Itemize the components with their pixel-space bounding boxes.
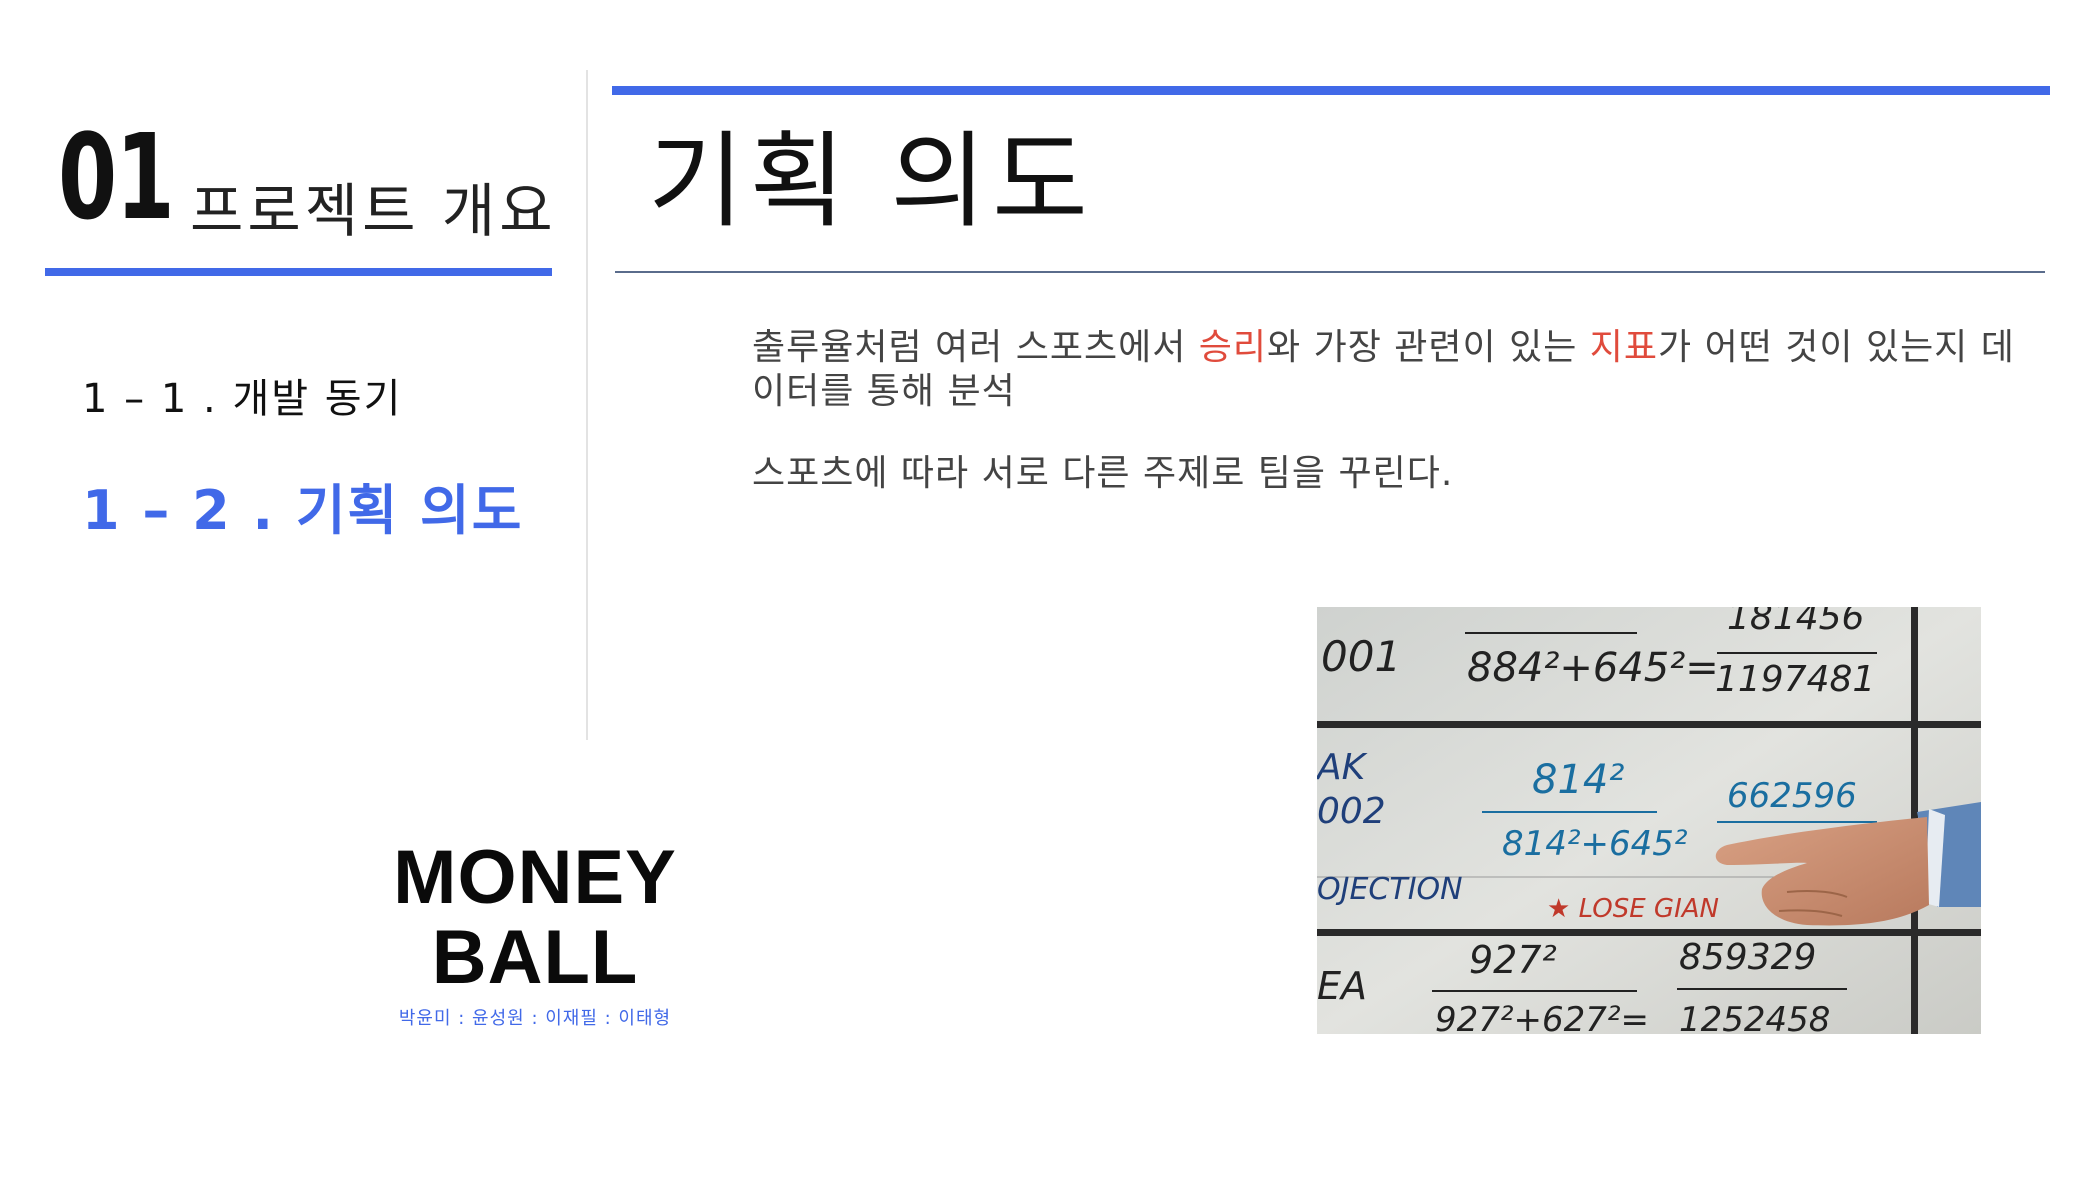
row1-fraction-bottom: 1197481 — [1715, 659, 1875, 700]
nav-item-development-motive[interactable]: 1 – 1 . 개발 동기 — [82, 366, 402, 424]
moneyball-logo: MONEY BALL 박윤미 : 윤성원 : 이재필 : 이태형 — [330, 838, 740, 1030]
row1-label: 001 — [1321, 632, 1401, 681]
row2-label-a: AK — [1317, 747, 1368, 788]
top-accent-bar — [612, 86, 2050, 95]
row2-numerator: 814² — [1532, 757, 1624, 803]
body-text-segment: 와 가장 관련이 있는 — [1267, 327, 1590, 368]
board-line — [1317, 929, 1981, 936]
lose-note: ★ LOSE GIAN — [1547, 894, 1719, 924]
row1-numerator: 884²+645²= — [1467, 645, 1719, 691]
section-title: 프로젝트 개요 — [190, 177, 557, 245]
highlight-victory: 승리 — [1198, 327, 1268, 368]
logo-line-money: MONEY — [393, 835, 677, 920]
row3-result-bottom: 1252458 — [1679, 1000, 1830, 1034]
section-number: 01 — [58, 108, 175, 246]
body-paragraph-team: 스포츠에 따라 서로 다른 주제로 팀을 꾸린다. — [752, 453, 1454, 494]
title-divider — [615, 271, 2045, 273]
section-underline — [45, 268, 552, 276]
row1-fraction-top: 181456 — [1727, 607, 1864, 638]
row3-result-top: 859329 — [1679, 937, 1816, 978]
row2-label-b: 002 — [1317, 791, 1386, 832]
body-paragraph-analysis: 출루율처럼 여러 스포츠에서 승리와 가장 관련이 있는 지표가 어떤 것이 있… — [752, 326, 2032, 414]
highlight-metric: 지표 — [1589, 327, 1659, 368]
row2-denominator: 814²+645² — [1502, 824, 1688, 864]
row3-denominator: 927²+627²= — [1435, 1000, 1649, 1034]
whiteboard-photo: 001 884²+645²= 181456 1197481 AK 002 OJE… — [1317, 607, 1981, 1034]
authors-line: 박윤미 : 윤성원 : 이재필 : 이태형 — [398, 1008, 672, 1029]
nav-item-planning-intent[interactable]: 1 – 2 . 기획 의도 — [82, 466, 523, 545]
page-title: 기획 의도 — [648, 120, 1094, 242]
board-line — [1317, 721, 1981, 728]
row3-label: EA — [1317, 964, 1367, 1008]
row3-numerator: 927² — [1469, 938, 1557, 982]
row2-label-c: OJECTION — [1317, 872, 1463, 907]
row2-result: 662596 — [1727, 776, 1857, 816]
vertical-divider — [586, 70, 588, 740]
logo-line-ball: BALL — [431, 915, 639, 1000]
body-text-segment: 출루율처럼 여러 스포츠에서 — [752, 327, 1199, 368]
